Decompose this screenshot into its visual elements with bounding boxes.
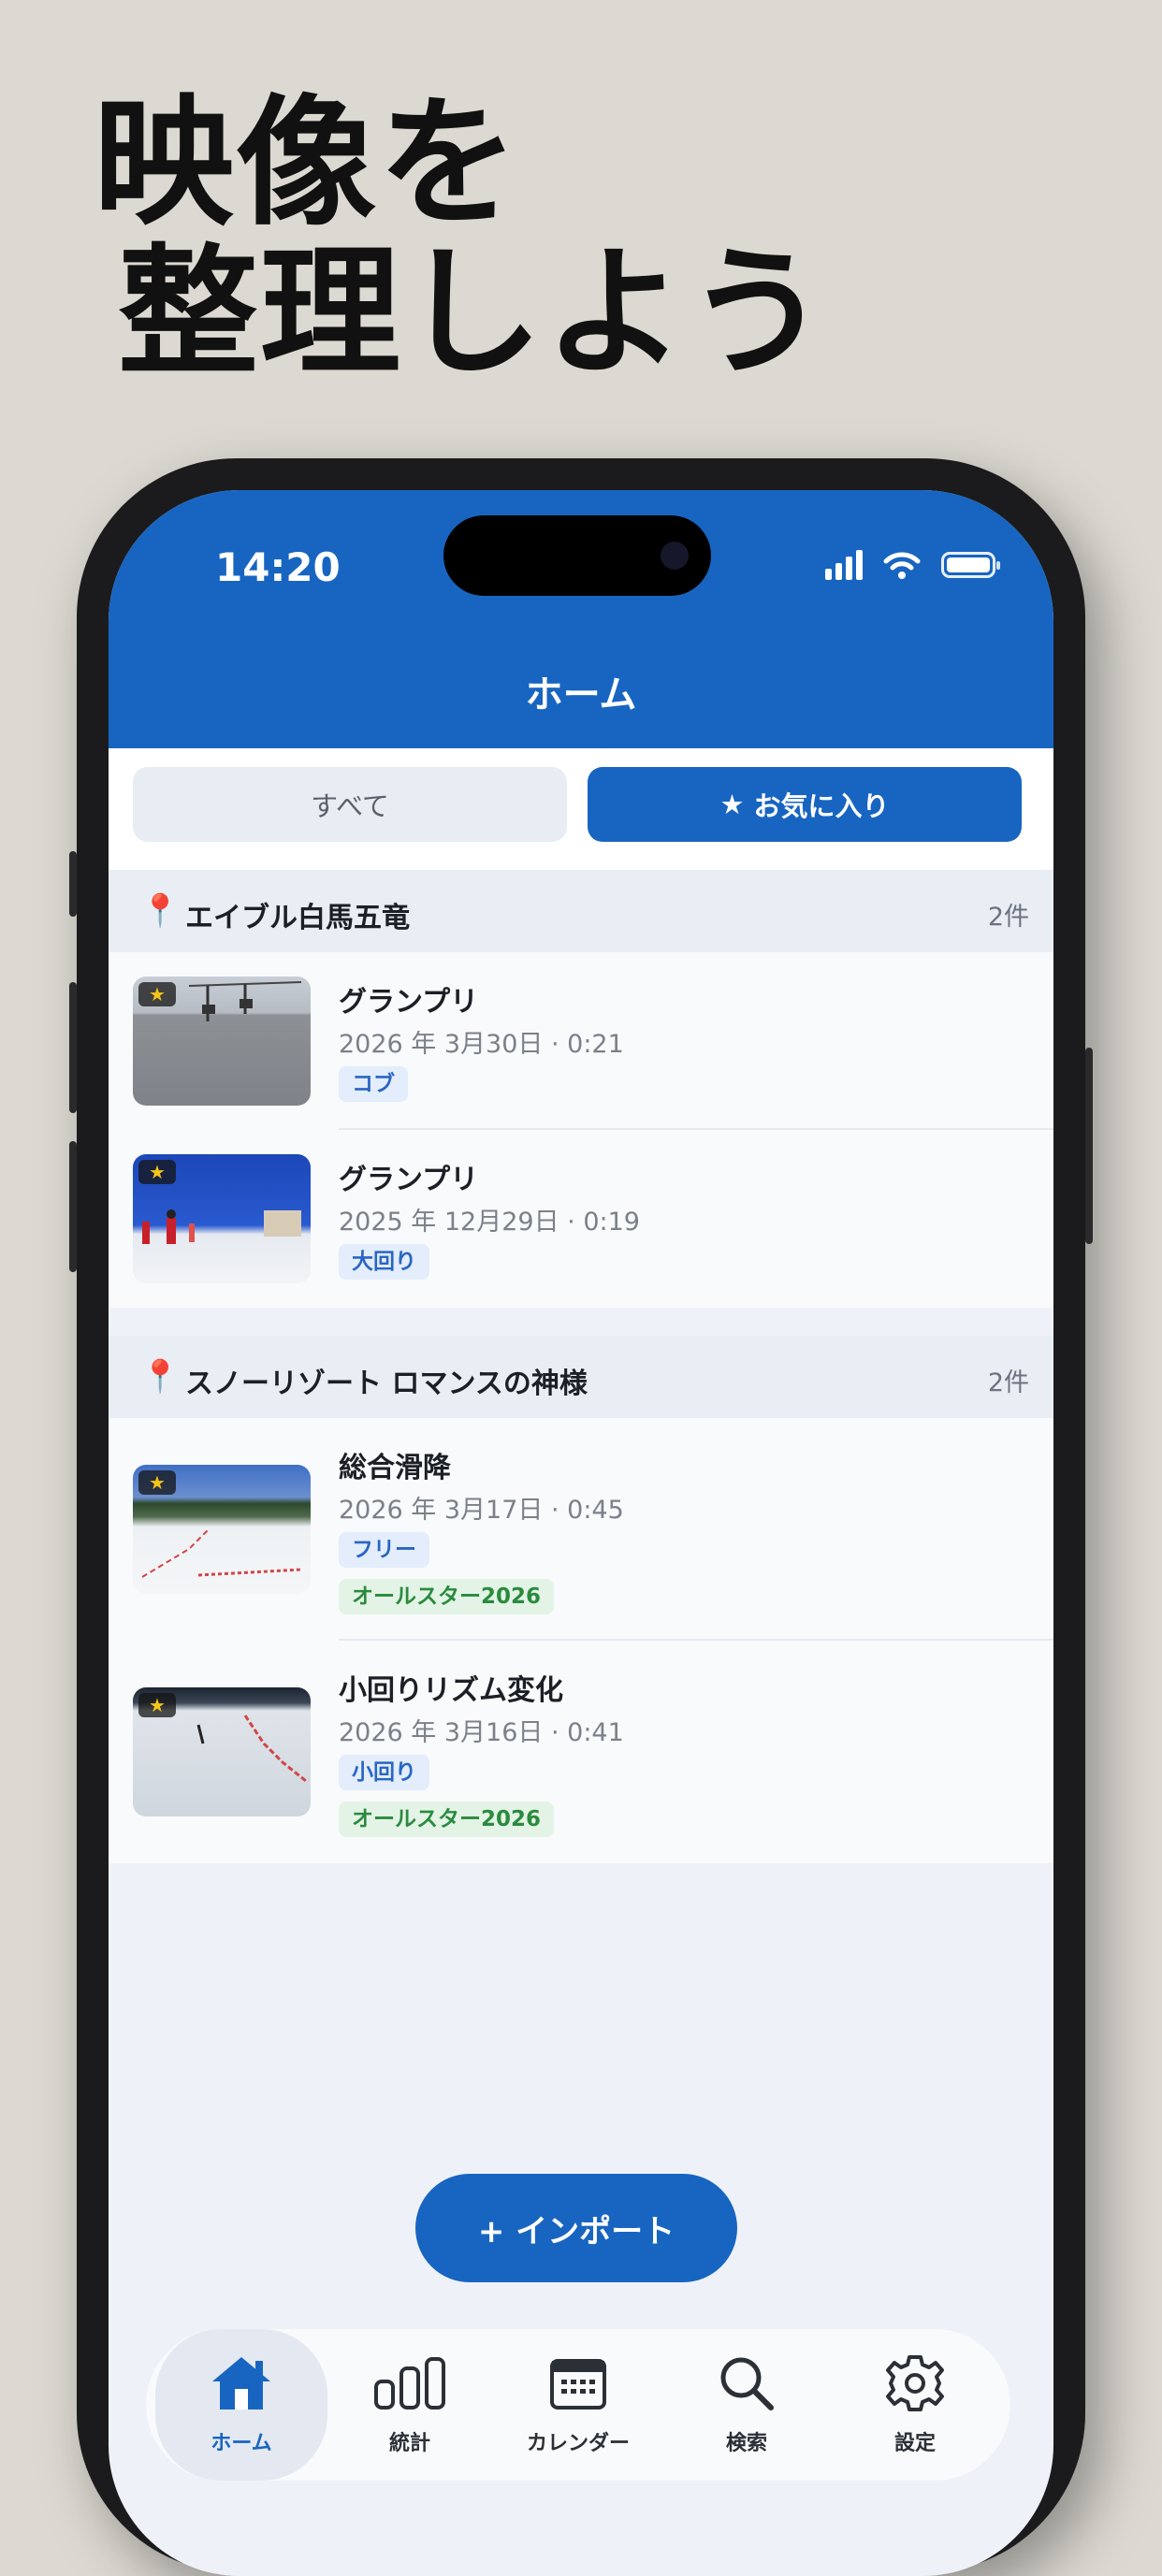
tab-bar: ホーム 統計 カレンダー 検索 設定 [146, 2329, 1010, 2481]
promo-line-1: 映像を [94, 82, 521, 245]
video-thumbnail: ★ [133, 977, 311, 1106]
status-time: 14:20 [215, 544, 341, 590]
video-row[interactable]: ★ グランプリ 2026 年 3月30日 · 0:21 コブ [109, 952, 1053, 1130]
promo-line-2: 整理しよう [118, 232, 830, 395]
video-title: グランプリ [339, 986, 479, 1019]
bar-chart-icon [324, 2350, 496, 2417]
video-row[interactable]: ★ グランプリ 2025 年 12月29日 · 0:19 大回り [109, 1130, 1053, 1308]
video-meta: 2026 年 3月16日 · 0:41 [339, 1718, 624, 1747]
video-row[interactable]: ★ 小回りリズム変化 2026 年 3月16日 · 0:41 小回り オールスタ… [109, 1641, 1053, 1863]
section-count: 2件 [987, 1368, 1029, 1397]
import-button-label: + インポート [477, 2212, 675, 2250]
video-row[interactable]: ★ 総合滑降 2026 年 3月17日 · 0:45 フリー オールスター202… [109, 1418, 1053, 1641]
video-thumbnail: ★ [133, 1687, 311, 1816]
tab-calendar[interactable]: カレンダー [492, 2329, 664, 2481]
video-title: 小回りリズム変化 [339, 1674, 563, 1707]
video-title: グランプリ [339, 1164, 479, 1196]
tab-label: 検索 [725, 2432, 767, 2455]
battery-icon [941, 552, 1000, 578]
tab-stats[interactable]: 統計 [324, 2329, 496, 2481]
video-meta: 2026 年 3月30日 · 0:21 [339, 1030, 624, 1059]
video-title: 総合滑降 [339, 1452, 451, 1484]
section-count: 2件 [987, 903, 1029, 932]
section-header: 📍 エイブル白馬五竜 2件 [109, 870, 1053, 952]
nav-title: ホーム [525, 673, 637, 716]
video-meta: 2025 年 12月29日 · 0:19 [339, 1208, 640, 1237]
segment-all[interactable]: すべて [133, 767, 567, 842]
phone-frame: 14:20 ホーム すべて ★ お気に入り 📍 エイブル白馬五竜 2件 ★ グラ… [69, 458, 1093, 2576]
star-icon: ★ [719, 789, 745, 820]
filter-segment: すべて ★ お気に入り [109, 748, 1053, 870]
promo-headline: 映像を 整理しよう [94, 89, 829, 388]
segment-favorites[interactable]: ★ お気に入り [588, 767, 1022, 842]
technique-tag: 小回り [339, 1755, 429, 1790]
favorite-star-icon: ★ [138, 1470, 176, 1495]
favorite-star-icon: ★ [138, 982, 176, 1006]
dynamic-island [443, 515, 711, 596]
tab-settings[interactable]: 設定 [829, 2329, 1001, 2481]
location-pin-icon: 📍 [140, 892, 181, 930]
gear-icon [829, 2350, 1001, 2417]
section-place: スノーリゾート ロマンスの神様 [185, 1368, 588, 1400]
tab-label: 設定 [893, 2432, 936, 2455]
location-pin-icon: 📍 [140, 1358, 181, 1396]
technique-tag: コブ [339, 1066, 408, 1102]
wifi-icon [883, 552, 921, 579]
video-thumbnail: ★ [133, 1465, 311, 1594]
section-place: エイブル白馬五竜 [185, 902, 410, 934]
favorite-star-icon: ★ [138, 1693, 176, 1717]
home-icon [155, 2350, 327, 2417]
tab-search[interactable]: 検索 [661, 2329, 833, 2481]
segment-favorites-label: お気に入り [753, 790, 890, 822]
event-tag: オールスター2026 [339, 1579, 555, 1614]
top-bar: 14:20 ホーム [109, 490, 1053, 748]
favorite-star-icon: ★ [138, 1160, 176, 1184]
technique-tag: 大回り [339, 1244, 429, 1280]
tab-home[interactable]: ホーム [155, 2329, 327, 2481]
tab-label: カレンダー [526, 2432, 630, 2455]
event-tag: オールスター2026 [339, 1802, 555, 1837]
technique-tag: フリー [339, 1532, 429, 1568]
app-screen: 14:20 ホーム すべて ★ お気に入り 📍 エイブル白馬五竜 2件 ★ グラ… [109, 490, 1053, 2576]
section-header: 📍 スノーリゾート ロマンスの神様 2件 [109, 1336, 1053, 1418]
video-meta: 2026 年 3月17日 · 0:45 [339, 1496, 624, 1525]
import-button[interactable]: + インポート [415, 2174, 737, 2282]
search-icon [661, 2350, 833, 2417]
video-thumbnail: ★ [133, 1154, 311, 1283]
cellular-signal-icon [825, 550, 863, 580]
tab-label: 統計 [388, 2432, 430, 2455]
tab-label: ホーム [211, 2432, 272, 2455]
status-icons [825, 550, 1000, 580]
calendar-icon [492, 2350, 664, 2417]
